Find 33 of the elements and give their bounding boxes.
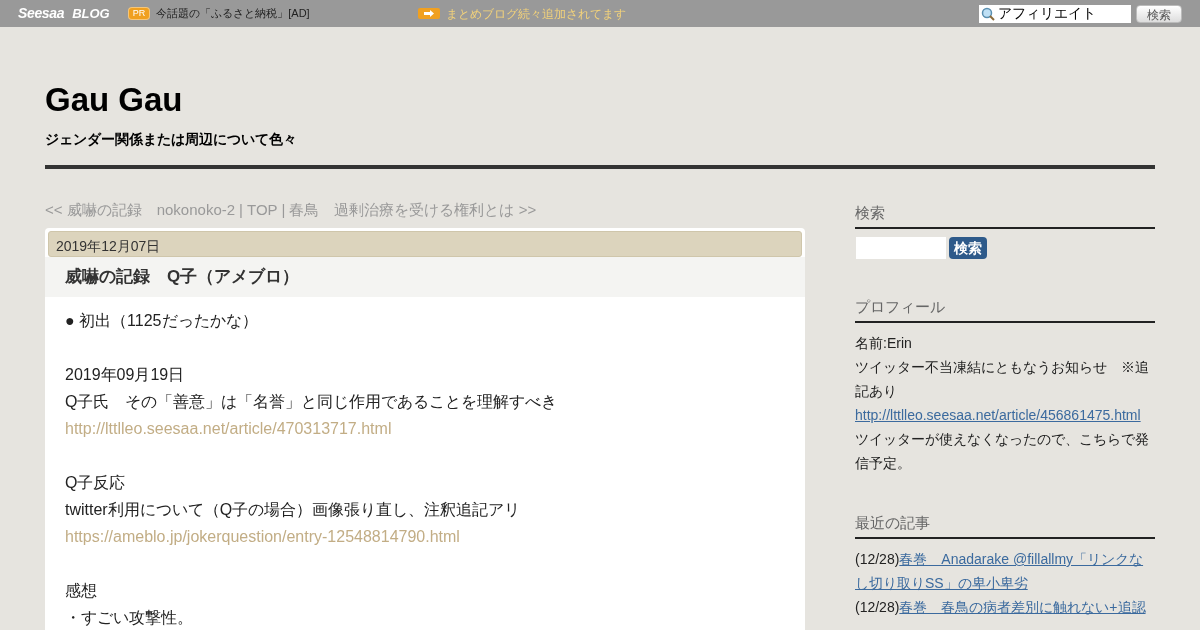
- pr-badge: PR: [127, 7, 151, 20]
- site-logo-suffix[interactable]: BLOG: [72, 3, 110, 24]
- body-text: 感想: [65, 580, 98, 601]
- site-logo[interactable]: Seesaa: [18, 3, 65, 24]
- prev-post-link[interactable]: << 威嚇の記録 nokonoko-2: [45, 199, 236, 222]
- body-text: ・すごい攻撃性。: [65, 607, 194, 628]
- recent-post-item[interactable]: (12/28)春巻 春鳥の病者差別に触れない+追認: [855, 595, 1155, 619]
- widget-heading: 最近の記事: [855, 511, 1155, 539]
- article-link[interactable]: http://lttlleo.seesaa.net/article/456861475.html: [855, 407, 1141, 423]
- search-icon: [981, 6, 995, 21]
- nav-separator: |: [239, 200, 243, 220]
- body-text: ツイッターが使えなくなったので、こちらで発信予定。: [855, 430, 1150, 473]
- article-title[interactable]: 威嚇の記録 Q子（アメブロ）: [45, 256, 805, 297]
- next-post-link[interactable]: 春鳥 過剰治療を受ける権利とは >>: [289, 199, 537, 222]
- top-search-field[interactable]: アフィリエイト: [979, 4, 1131, 23]
- blog-title[interactable]: Gau Gau: [45, 81, 1155, 119]
- sidebar-search-button[interactable]: 検索: [949, 237, 987, 259]
- widget-heading: 検索: [855, 201, 1155, 229]
- recent-post-item[interactable]: (12/28)春巻 Anadarake @fillallmy「リンクなし切り取りSS」の卑小卑劣: [855, 547, 1155, 595]
- body-text: ツイッター不当凍結にともなうお知らせ ※追記あり: [855, 358, 1150, 401]
- body-text: 2019年09月19日: [65, 364, 186, 385]
- article-date: 2019年12月07日: [48, 230, 802, 257]
- nav-separator: |: [281, 200, 286, 220]
- body-text: Q子氏 その「善意」は「名誉」と同じ作用であることを理解すべき: [65, 391, 559, 412]
- blog-subtitle: ジェンダー関係または周辺について色々: [45, 130, 298, 149]
- ad-link[interactable]: 今話題の「ふるさと納税」[AD]: [156, 5, 310, 22]
- body-text: ● 初出（1125だったかな）: [65, 310, 259, 331]
- body-text: 名前:Erin: [855, 334, 913, 353]
- body-text: twitter利用について（Q子の場合）画像張り直し、注釈追記アリ: [65, 499, 522, 520]
- widget-heading: プロフィール: [855, 295, 1155, 323]
- body-text: Q子反応: [65, 472, 127, 493]
- top-search-button[interactable]: 検索: [1136, 4, 1182, 23]
- sidebar-search-field[interactable]: [856, 237, 946, 259]
